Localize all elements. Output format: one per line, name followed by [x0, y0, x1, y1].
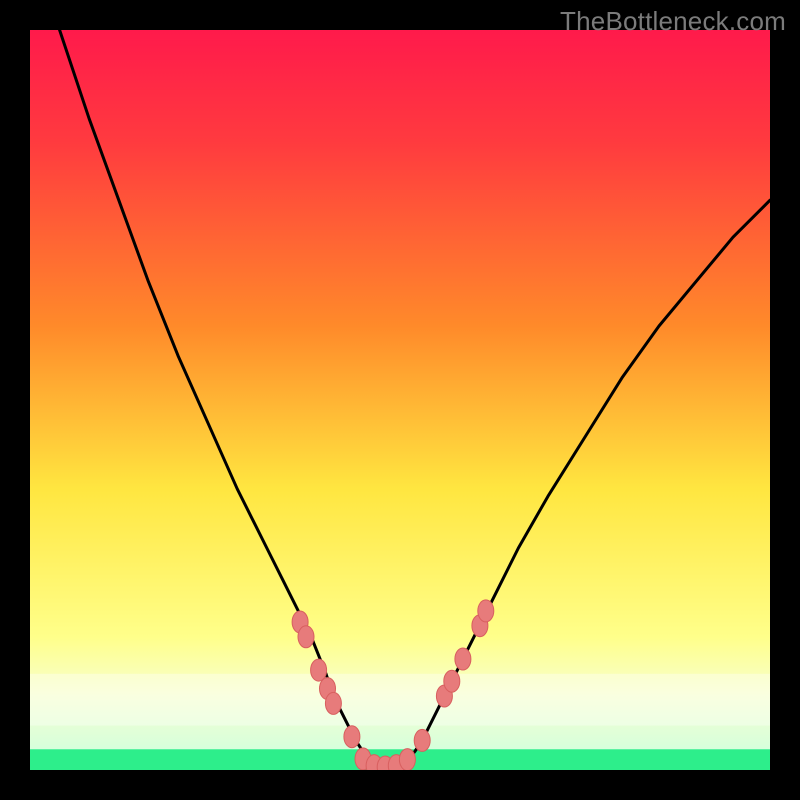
watermark-text: TheBottleneck.com — [560, 6, 786, 37]
chart-frame: TheBottleneck.com — [0, 0, 800, 800]
chart-svg — [30, 30, 770, 770]
plot-area — [30, 30, 770, 770]
